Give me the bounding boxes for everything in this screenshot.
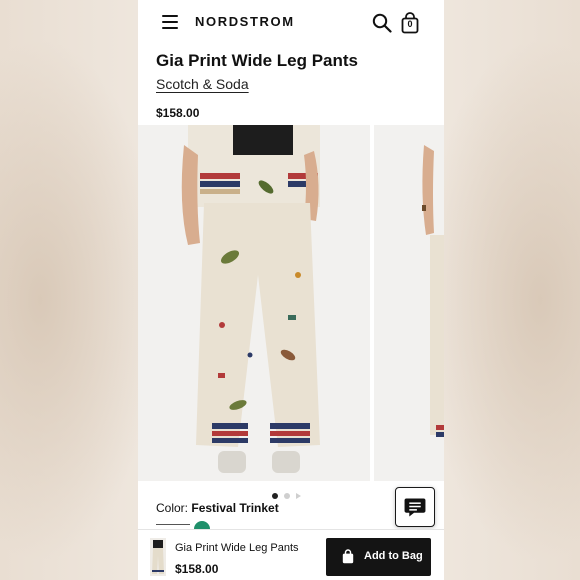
carousel-dot[interactable] xyxy=(272,492,278,499)
top-bar: NORDSTROM 0 xyxy=(138,0,444,46)
brand-link[interactable]: Scotch & Soda xyxy=(156,76,249,92)
product-title: Gia Print Wide Leg Pants xyxy=(156,51,358,70)
store-logo[interactable]: NORDSTROM xyxy=(195,14,295,29)
product-image-next[interactable] xyxy=(374,125,444,481)
menu-icon[interactable] xyxy=(162,15,178,29)
carousel-dot[interactable] xyxy=(284,492,290,499)
image-carousel[interactable] xyxy=(138,125,444,481)
shopping-bag-icon[interactable]: 0 xyxy=(401,12,419,34)
footer-product-name: Gia Print Wide Leg Pants xyxy=(175,542,299,554)
footer-product-price: $158.00 xyxy=(175,562,219,576)
color-value: Festival Trinket xyxy=(191,501,279,515)
product-page: NORDSTROM 0 Gia Print Wide Leg Pants Sco… xyxy=(138,0,444,580)
add-to-bag-button[interactable]: Add to Bag xyxy=(326,538,431,576)
chat-button[interactable] xyxy=(395,487,435,527)
chat-icon xyxy=(404,498,426,517)
bag-count-badge: 0 xyxy=(407,19,413,29)
bag-icon xyxy=(342,549,354,564)
search-icon[interactable] xyxy=(372,13,392,33)
sticky-add-to-bag-bar: Gia Print Wide Leg Pants $158.00 Add to … xyxy=(138,529,444,580)
product-image-main[interactable] xyxy=(138,125,370,481)
product-thumbnail xyxy=(150,538,166,576)
add-to-bag-label: Add to Bag xyxy=(364,550,423,562)
product-price: $158.00 xyxy=(156,106,200,120)
carousel-next-icon[interactable] xyxy=(296,492,301,499)
color-label: Color: xyxy=(156,501,189,515)
selected-swatch-indicator xyxy=(156,524,190,525)
carousel-pagination[interactable] xyxy=(272,487,301,499)
color-selection: Color: Festival Trinket xyxy=(156,501,279,515)
